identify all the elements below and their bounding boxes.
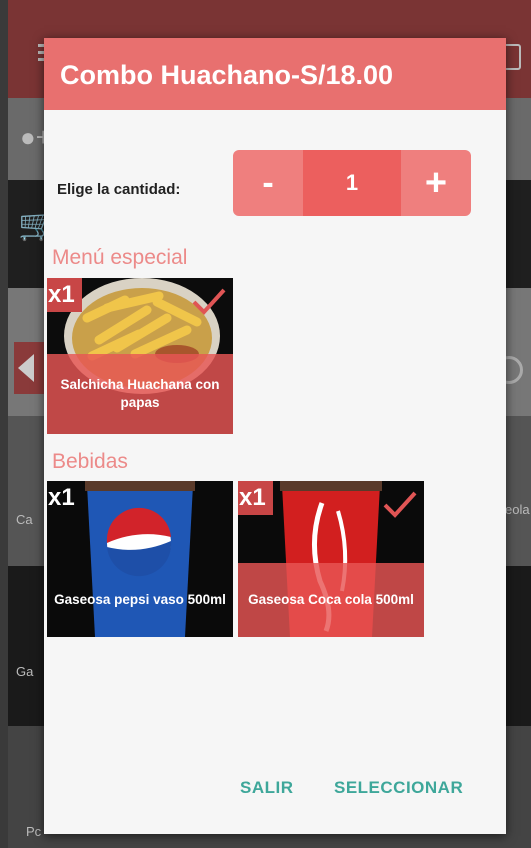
background-item-text: Pc [26,824,42,839]
back-arrow-icon [14,342,44,394]
item-card-salchicha-huachana[interactable]: x1 Salchicha Huachana con papas [47,278,233,434]
dialog-title: Combo Huachano-S/18.00 [60,60,394,90]
background-item-text: eola [505,502,530,517]
quantity-badge: x1 [238,481,273,515]
combo-dialog: Combo Huachano-S/18.00 Elige la cantidad… [44,38,506,834]
background-item-text: Ca [16,512,33,527]
dialog-header: Combo Huachano-S/18.00 [44,38,506,110]
item-card-gaseosa-coca-cola[interactable]: x1 Gaseosa Coca cola 500ml [238,481,424,637]
item-name: Gaseosa pepsi vaso 500ml [54,591,226,607]
item-name: Gaseosa Coca cola 500ml [238,563,424,637]
quantity-value: 1 [303,150,401,216]
select-button[interactable]: SELECCIONAR [334,778,463,798]
increase-quantity-button[interactable]: + [401,150,471,216]
section-title-menu-especial: Menú especial [52,246,188,269]
decrease-quantity-button[interactable]: - [233,150,303,216]
quantity-badge: x1 [47,278,82,312]
check-icon [383,491,417,518]
exit-button[interactable]: SALIR [240,778,294,798]
check-icon [192,288,226,315]
item-card-gaseosa-pepsi[interactable]: x1 Gaseosa pepsi vaso 500ml [47,481,233,637]
quantity-label: Elige la cantidad: [57,181,181,198]
section-title-bebidas: Bebidas [52,450,128,473]
background-item-text: Ga [16,664,34,679]
item-name: Salchicha Huachana con papas [47,354,233,434]
quantity-badge: x1 [48,484,75,511]
quantity-stepper: - 1 + [233,150,471,216]
